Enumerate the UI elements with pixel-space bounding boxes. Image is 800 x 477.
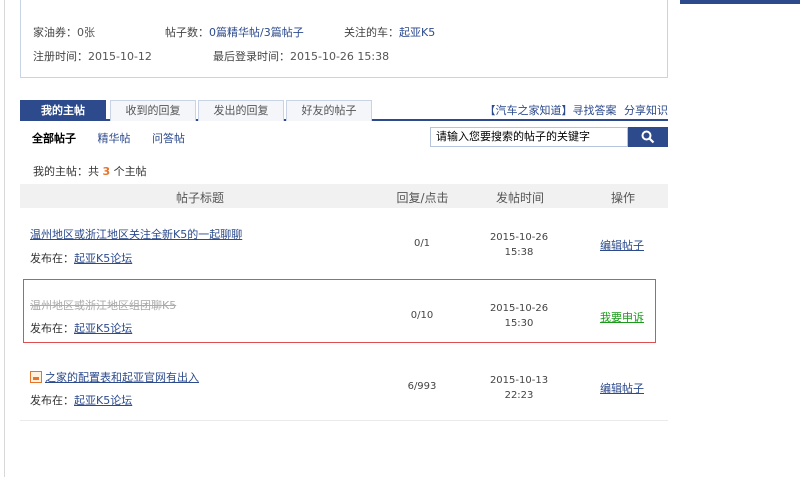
search-icon bbox=[641, 130, 655, 144]
top-nav-segment[interactable] bbox=[680, 0, 800, 4]
summary-prefix: 我的主帖：共 bbox=[33, 165, 99, 178]
summary-count: 3 bbox=[102, 165, 111, 178]
tab-friend-posts[interactable]: 好友的帖子 bbox=[286, 100, 372, 121]
post-clock: 15:30 bbox=[504, 318, 534, 329]
car-label: 关注的车： bbox=[344, 26, 399, 39]
posts-value-link[interactable]: 0篇精华帖/3篇帖子 bbox=[209, 26, 304, 39]
image-icon bbox=[30, 371, 42, 383]
post-clock: 22:23 bbox=[504, 390, 534, 401]
login-stat: 最后登录时间：2015-10-26 15:38 bbox=[213, 48, 389, 64]
find-answer-link[interactable]: 寻找答案 bbox=[573, 104, 617, 117]
post-clock: 15:38 bbox=[504, 247, 534, 258]
search-input[interactable]: 请输入您要搜索的帖子的关键字 bbox=[430, 127, 628, 147]
profile-top-row bbox=[33, 0, 104, 4]
search-button[interactable] bbox=[628, 127, 668, 147]
post-time: 2015-10-13 22:23 bbox=[469, 373, 569, 403]
post-title-wrap: 之家的配置表和起亚官网有出入 bbox=[30, 369, 199, 385]
table-header: 帖子标题 回复/点击 发帖时间 操作 bbox=[20, 184, 668, 208]
tab-my-posts[interactable]: 我的主帖 bbox=[20, 100, 106, 121]
subtabs: 全部帖子 精华帖 问答帖 bbox=[32, 130, 203, 146]
subtab-qa[interactable]: 问答帖 bbox=[152, 132, 185, 145]
post-summary: 我的主帖：共 3 个主帖 bbox=[33, 163, 147, 179]
profile-row-1: 家油券：0张 bbox=[33, 24, 95, 40]
col-action: 操作 bbox=[610, 191, 635, 205]
tab-sent-replies[interactable]: 发出的回复 bbox=[198, 100, 284, 121]
subtab-all[interactable]: 全部帖子 bbox=[32, 132, 76, 145]
tab-received-replies[interactable]: 收到的回复 bbox=[110, 100, 196, 121]
col-title: 帖子标题 bbox=[175, 191, 224, 205]
where-label: 发布在： bbox=[30, 252, 74, 265]
table-row: 温州地区或浙江地区组团聊K5 发布在：起亚K5论坛 0/10 2015-10-2… bbox=[20, 279, 668, 343]
coupon-label: 家油券： bbox=[33, 26, 77, 39]
appeal-button[interactable]: 我要申诉 bbox=[587, 309, 657, 325]
posts-label: 帖子数： bbox=[165, 26, 209, 39]
post-title-deleted: 温州地区或浙江地区组团聊K5 bbox=[30, 299, 177, 312]
summary-suffix: 个主帖 bbox=[113, 165, 147, 178]
post-date: 2015-10-13 bbox=[489, 375, 549, 386]
car-stat: 关注的车：起亚K5 bbox=[344, 24, 435, 40]
where-label: 发布在： bbox=[30, 394, 74, 407]
post-location: 发布在：起亚K5论坛 bbox=[30, 320, 132, 336]
col-replies: 回复/点击 bbox=[396, 191, 449, 205]
col-date: 发帖时间 bbox=[495, 191, 544, 205]
reply-count: 6/993 bbox=[407, 381, 437, 392]
post-title-link[interactable]: 温州地区或浙江地区关注全新K5的一起聊聊 bbox=[30, 226, 242, 242]
table-row: 之家的配置表和起亚官网有出入 发布在：起亚K5论坛 6/993 2015-10-… bbox=[20, 360, 668, 420]
edit-post-button[interactable]: 编辑帖子 bbox=[587, 237, 657, 253]
car-value-link[interactable]: 起亚K5 bbox=[399, 26, 435, 39]
post-location: 发布在：起亚K5论坛 bbox=[30, 250, 132, 266]
login-label: 最后登录时间： bbox=[213, 50, 290, 63]
posts-stat: 帖子数：0篇精华帖/3篇帖子 bbox=[165, 24, 304, 40]
reply-count: 0/10 bbox=[410, 310, 434, 321]
where-label: 发布在： bbox=[30, 322, 74, 335]
reply-count: 0/1 bbox=[413, 238, 431, 249]
reg-stat: 注册时间：2015-10-12 bbox=[33, 48, 152, 64]
post-title-link[interactable]: 之家的配置表和起亚官网有出入 bbox=[45, 371, 199, 384]
left-divider bbox=[4, 0, 5, 477]
forum-link[interactable]: 起亚K5论坛 bbox=[74, 252, 132, 265]
subtab-featured[interactable]: 精华帖 bbox=[98, 132, 131, 145]
post-date: 2015-10-26 bbox=[489, 303, 549, 314]
post-time: 2015-10-26 15:38 bbox=[469, 230, 569, 260]
forum-link[interactable]: 起亚K5论坛 bbox=[74, 322, 132, 335]
zhidao-link[interactable]: 【汽车之家知道】 bbox=[485, 104, 573, 117]
reg-label: 注册时间： bbox=[33, 50, 88, 63]
zhidao-links: 【汽车之家知道】寻找答案 分享知识 bbox=[485, 102, 669, 118]
reg-value: 2015-10-12 bbox=[88, 50, 152, 63]
profile-info-box: 家油券：0张 帖子数：0篇精华帖/3篇帖子 关注的车：起亚K5 注册时间：201… bbox=[20, 0, 668, 78]
login-value: 2015-10-26 15:38 bbox=[290, 50, 390, 63]
forum-link[interactable]: 起亚K5论坛 bbox=[74, 394, 132, 407]
coupon-value: 0张 bbox=[77, 26, 95, 39]
post-date: 2015-10-26 bbox=[489, 232, 549, 243]
post-location: 发布在：起亚K5论坛 bbox=[30, 392, 132, 408]
table-row: 温州地区或浙江地区关注全新K5的一起聊聊 发布在：起亚K5论坛 0/1 2015… bbox=[20, 208, 668, 274]
row-divider bbox=[20, 420, 668, 421]
post-time: 2015-10-26 15:30 bbox=[469, 301, 569, 331]
share-knowledge-link[interactable]: 分享知识 bbox=[624, 104, 668, 117]
edit-post-button[interactable]: 编辑帖子 bbox=[587, 380, 657, 396]
